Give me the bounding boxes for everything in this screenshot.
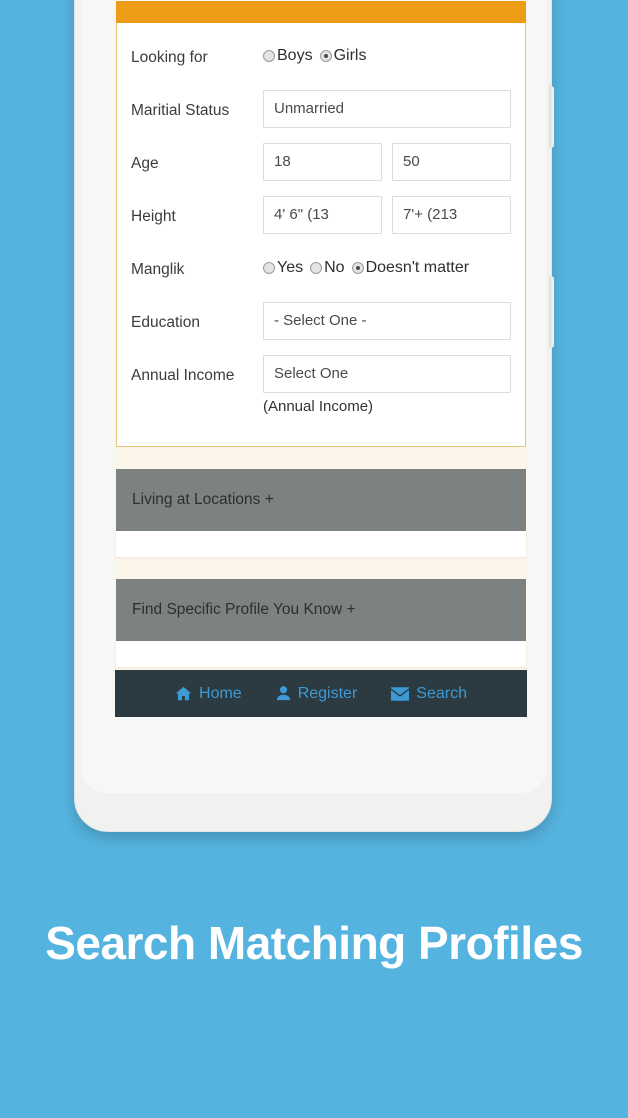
- radio-label-manglik-yes: Yes: [277, 259, 304, 276]
- control-looking-for: Boys Girls: [263, 37, 511, 65]
- search-form-panel: Looking for Boys Girls Maritial Status U…: [116, 23, 526, 447]
- label-maritial-status: Maritial Status: [131, 102, 230, 119]
- select-annual-income[interactable]: Select One: [263, 355, 511, 393]
- form-row-annual-income: Annual Income Select One (Annual Income): [131, 355, 511, 415]
- radio-option-manglik-no[interactable]: No: [310, 259, 345, 277]
- select-maritial-status[interactable]: Unmarried: [263, 90, 511, 128]
- control-age: 18 50: [263, 143, 511, 181]
- radio-group-manglik: Yes No Doesn't matter: [263, 249, 471, 277]
- accordion-living-at-locations: Living at Locations +: [116, 469, 526, 557]
- nav-item-home[interactable]: Home: [175, 685, 242, 703]
- nav-label-home: Home: [199, 684, 242, 702]
- control-height: 4' 6" (13 7'+ (213: [263, 196, 511, 234]
- form-row-maritial-status: Maritial Status Unmarried: [131, 90, 511, 136]
- form-row-education: Education - Select One -: [131, 302, 511, 348]
- radio-dot-manglik-no[interactable]: [310, 262, 323, 274]
- radio-dot-girls[interactable]: [319, 50, 332, 62]
- page-headline: Search Matching Profiles: [45, 917, 583, 969]
- phone-device: Looking for Boys Girls Maritial Status U…: [74, 0, 554, 832]
- radio-label-manglik-doesnt-matter: Doesn't matter: [365, 259, 470, 276]
- nav-item-register[interactable]: Register: [276, 684, 358, 703]
- select-height-from[interactable]: 4' 6" (13: [263, 196, 382, 234]
- phone-bezel: Looking for Boys Girls Maritial Status U…: [81, 0, 547, 793]
- radio-dot-boys[interactable]: [263, 50, 275, 62]
- select-age-from[interactable]: 18: [263, 143, 382, 181]
- nav-item-search[interactable]: Search: [391, 685, 467, 703]
- radio-option-girls[interactable]: Girls: [319, 47, 367, 65]
- radio-dot-manglik-yes[interactable]: [263, 262, 275, 274]
- label-education: Education: [131, 314, 200, 331]
- control-maritial-status: Unmarried: [263, 90, 511, 128]
- phone-screen: Looking for Boys Girls Maritial Status U…: [115, 1, 527, 717]
- radio-label-boys: Boys: [277, 47, 313, 64]
- home-icon: [175, 685, 192, 702]
- radio-option-boys[interactable]: Boys: [263, 47, 313, 65]
- label-looking-for: Looking for: [131, 49, 208, 66]
- nav-label-register: Register: [297, 684, 358, 702]
- control-education: - Select One -: [263, 302, 511, 340]
- select-age-to[interactable]: 50: [392, 143, 511, 181]
- nav-label-search: Search: [416, 684, 467, 702]
- power-button[interactable]: [549, 276, 554, 348]
- form-row-height: Height 4' 6" (13 7'+ (213: [131, 196, 511, 242]
- label-age: Age: [131, 155, 159, 172]
- form-row-looking-for: Looking for Boys Girls: [131, 37, 511, 83]
- control-annual-income: Select One (Annual Income): [263, 355, 511, 415]
- bottom-navigation-bar: Home Register Search: [115, 670, 527, 717]
- hint-annual-income: (Annual Income): [263, 398, 374, 415]
- accordion-header-find-specific-profile[interactable]: Find Specific Profile You Know +: [116, 579, 526, 641]
- form-row-age: Age 18 50: [131, 143, 511, 189]
- form-row-manglik: Manglik Yes No Doesn't matter: [131, 249, 511, 295]
- volume-button[interactable]: [549, 86, 554, 148]
- radio-group-looking-for: Boys Girls: [263, 37, 368, 65]
- accordion-body-living-at-locations: [116, 531, 526, 557]
- select-height-to[interactable]: 7'+ (213: [392, 196, 511, 234]
- radio-option-manglik-yes[interactable]: Yes: [263, 259, 303, 277]
- control-manglik: Yes No Doesn't matter: [263, 249, 511, 277]
- label-annual-income: Annual Income: [131, 367, 235, 384]
- radio-option-manglik-doesnt-matter[interactable]: Doesn't matter: [351, 259, 470, 277]
- radio-dot-manglik-doesnt-matter[interactable]: [351, 262, 364, 274]
- select-education[interactable]: - Select One -: [263, 302, 511, 340]
- accordion-header-living-at-locations[interactable]: Living at Locations +: [116, 469, 526, 531]
- radio-label-girls: Girls: [333, 47, 367, 64]
- accordion-body-find-specific-profile: [116, 641, 526, 667]
- app-header-bar: [116, 1, 526, 23]
- radio-label-manglik-no: No: [324, 259, 345, 276]
- user-icon: [276, 685, 291, 702]
- envelope-icon: [391, 686, 410, 701]
- accordion-find-specific-profile: Find Specific Profile You Know +: [116, 579, 526, 667]
- label-height: Height: [131, 208, 176, 225]
- label-manglik: Manglik: [131, 261, 185, 278]
